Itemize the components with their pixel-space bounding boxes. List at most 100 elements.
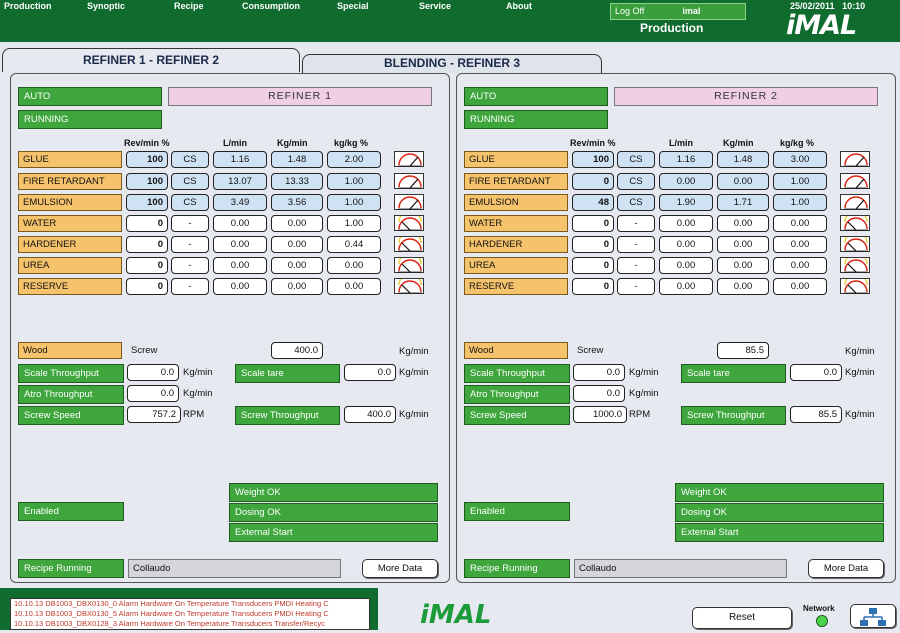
kg-kg-field[interactable]: 0.00 [773,257,827,274]
dosing-row-label[interactable]: FIRE RETARDANT [464,173,568,190]
kg-kg-field[interactable]: 0.00 [773,236,827,253]
menu-production[interactable]: Production [4,1,52,13]
column-header-kgmin: Kg/min [277,138,308,148]
menu-synoptic[interactable]: Synoptic [87,1,125,13]
more-data-button[interactable]: More Data [808,559,884,578]
more-data-button[interactable]: More Data [362,559,438,578]
refiner-panel: AUTO REFINER 1 RUNNING Rev/min % L/min Kg/min… [10,73,450,583]
menu-service[interactable]: Service [419,1,451,13]
flow-gauge-icon[interactable] [394,252,424,273]
rev-percent-field[interactable]: 0 [126,278,168,295]
network-topology-button[interactable] [850,604,896,628]
atro-throughput-unit: Kg/min [629,388,659,399]
rev-percent-field[interactable]: 0 [572,236,614,253]
dosing-row-label[interactable]: WATER [18,215,122,232]
dosing-row-label[interactable]: FIRE RETARDANT [18,173,122,190]
flow-gauge-icon[interactable] [394,273,424,294]
kg-kg-field[interactable]: 3.00 [773,151,827,168]
alarm-list[interactable]: 10.10.13 DB1003_DBX0130_0 Alarm Hardware… [10,598,370,630]
flow-gauge-icon[interactable] [394,210,424,231]
alarm-row[interactable]: 10.10.13 DB1003_DBX0130_5 Alarm Hardware… [11,609,369,619]
dosing-row-label[interactable]: GLUE [18,151,122,168]
menu-special[interactable]: Special [337,1,369,13]
rev-percent-field[interactable]: 0 [126,215,168,232]
flow-gauge-icon[interactable] [394,231,424,252]
flow-gauge-icon[interactable] [840,252,870,273]
tab-blending-refiner-3[interactable]: BLENDING - REFINER 3 [302,54,602,73]
l-min-field: 0.00 [213,257,267,274]
wood-label: Wood [464,342,568,359]
dosing-row-label[interactable]: UREA [18,257,122,274]
rev-percent-field[interactable]: 0 [572,278,614,295]
alarm-row[interactable]: 10.10.13 DB1003_DBX0128_3 Alarm Hardware… [11,619,369,629]
kg-kg-field[interactable]: 2.00 [327,151,381,168]
reset-button[interactable]: Reset [692,607,792,629]
menu-consumption[interactable]: Consumption [242,1,300,13]
rev-percent-field[interactable]: 0 [126,236,168,253]
kg-kg-field[interactable]: 1.00 [327,215,381,232]
flow-gauge-icon[interactable] [840,194,870,210]
kg-kg-field[interactable]: 1.00 [327,194,381,211]
column-header-kgmin: Kg/min [723,138,754,148]
flow-gauge-icon[interactable] [840,210,870,231]
mode-indicator[interactable]: AUTO [464,87,608,106]
rev-percent-field[interactable]: 100 [572,151,614,168]
kg-kg-field[interactable]: 0.00 [327,257,381,274]
flow-gauge-icon[interactable] [840,173,870,189]
tab-refiner-1-2[interactable]: REFINER 1 - REFINER 2 [2,48,300,72]
scale-tare-label[interactable]: Scale tare [235,364,340,383]
dosing-row-label[interactable]: WATER [464,215,568,232]
flow-gauge-icon[interactable] [394,173,424,189]
rev-percent-field[interactable]: 0 [572,173,614,190]
screw-throughput-field: 400.0 [344,406,396,423]
scale-tare-field[interactable]: 0.0 [344,364,396,381]
kg-kg-field[interactable]: 1.00 [773,194,827,211]
refiner-title: REFINER 2 [614,87,878,106]
rev-percent-field[interactable]: 0 [126,257,168,274]
kg-kg-field[interactable]: 0.00 [773,278,827,295]
kg-min-field: 0.00 [717,173,769,190]
control-mode-field: - [617,236,655,253]
weight-ok-indicator: Weight OK [229,483,438,502]
dosing-row-label[interactable]: GLUE [464,151,568,168]
control-mode-field: - [617,278,655,295]
alarm-row[interactable]: 10.10.13 DB1003_DBX0130_0 Alarm Hardware… [11,599,369,609]
kg-kg-field[interactable]: 1.00 [327,173,381,190]
dosing-row-label[interactable]: UREA [464,257,568,274]
screw-throughput-label: Screw Throughput [681,406,786,425]
scale-throughput-unit: Kg/min [183,367,213,378]
column-header-revmin: Rev/min % [570,138,616,148]
logoff-button[interactable]: Log Off imal [610,3,746,20]
menu-about[interactable]: About [506,1,532,13]
rev-percent-field[interactable]: 100 [126,151,168,168]
flow-gauge-icon[interactable] [840,273,870,294]
l-min-field: 0.00 [213,215,267,232]
rev-percent-field[interactable]: 48 [572,194,614,211]
kg-kg-field[interactable]: 0.00 [327,278,381,295]
control-mode-field: CS [617,194,655,211]
flow-gauge-icon[interactable] [840,231,870,252]
dosing-row-label[interactable]: HARDENER [464,236,568,253]
kg-min-field: 0.00 [271,236,323,253]
kg-kg-field[interactable]: 1.00 [773,173,827,190]
flow-gauge-icon[interactable] [840,151,870,167]
rev-percent-field[interactable]: 100 [126,173,168,190]
column-header-kgkg: kg/kg % [334,138,369,148]
scale-tare-label[interactable]: Scale tare [681,364,786,383]
mode-indicator[interactable]: AUTO [18,87,162,106]
rev-percent-field[interactable]: 100 [126,194,168,211]
dosing-row-label[interactable]: EMULSION [464,194,568,211]
kg-kg-field[interactable]: 0.44 [327,236,381,253]
menu-recipe[interactable]: Recipe [174,1,204,13]
dosing-row-label[interactable]: RESERVE [18,278,122,295]
dosing-row-label[interactable]: EMULSION [18,194,122,211]
scale-tare-field[interactable]: 0.0 [790,364,842,381]
dosing-row-label[interactable]: RESERVE [464,278,568,295]
l-min-field: 0.00 [659,236,713,253]
flow-gauge-icon[interactable] [394,194,424,210]
rev-percent-field[interactable]: 0 [572,215,614,232]
flow-gauge-icon[interactable] [394,151,424,167]
dosing-row-label[interactable]: HARDENER [18,236,122,253]
kg-kg-field[interactable]: 0.00 [773,215,827,232]
rev-percent-field[interactable]: 0 [572,257,614,274]
